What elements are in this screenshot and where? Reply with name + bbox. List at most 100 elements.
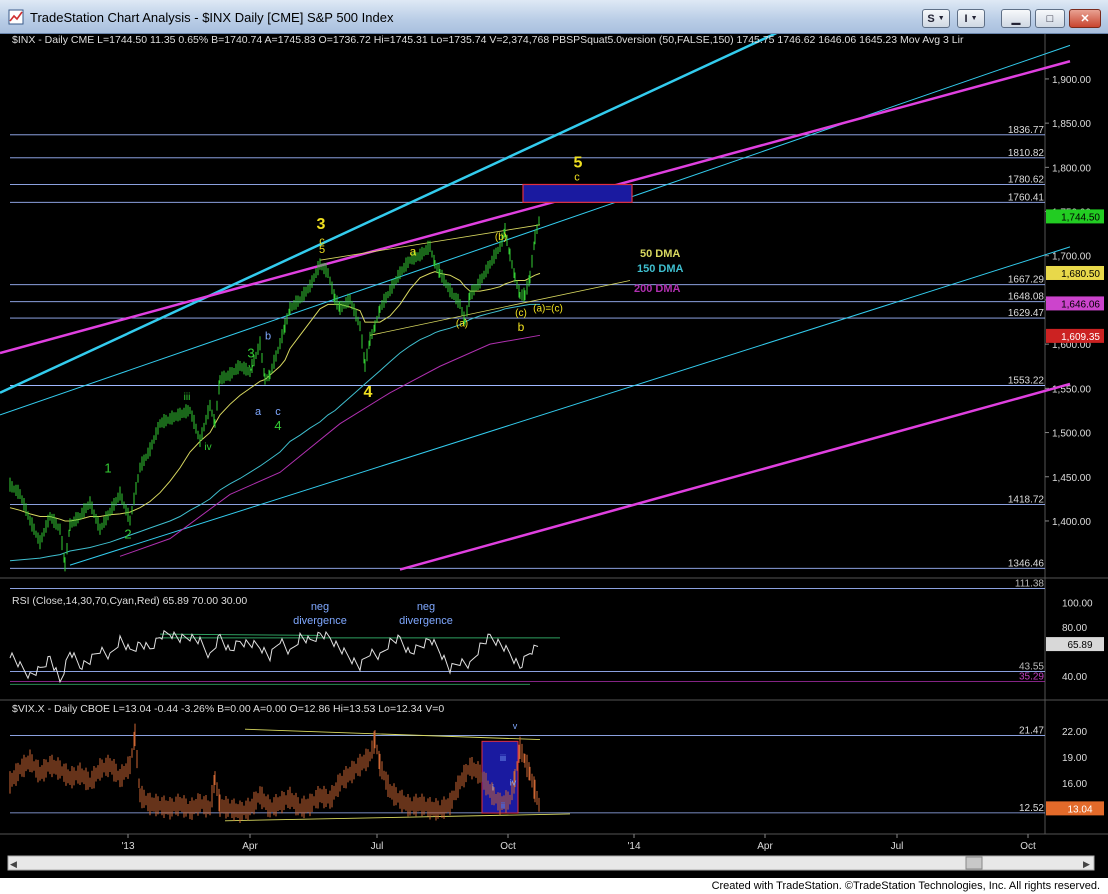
rsi-current-label: 65.89 — [1067, 640, 1092, 651]
price-legend: $INX - Daily CME L=1744.50 11.35 0.65% B… — [12, 34, 964, 46]
interval-link-label: I — [964, 12, 968, 25]
vix-current-label: 13.04 — [1067, 804, 1092, 815]
x-tick-label: Jul — [891, 841, 904, 852]
chart-area[interactable]: 1,900.001,850.001,800.001,750.001,700.00… — [0, 34, 1108, 878]
y-tick-label: 1,800.00 — [1052, 163, 1091, 174]
x-tick-label: Apr — [242, 841, 258, 852]
symbol-link-button[interactable]: S ▼ — [922, 9, 950, 28]
annotation-label: divergence — [399, 615, 453, 627]
y-tick-label: 1,500.00 — [1052, 429, 1091, 440]
wave-label: 3 — [247, 345, 254, 360]
price-badge-label: 1,646.06 — [1061, 299, 1100, 310]
annotation-label: neg — [417, 601, 435, 613]
level-label: 1810.82 — [1008, 148, 1045, 159]
rsi-level-label: 35.29 — [1019, 672, 1044, 683]
wave-label: c — [574, 172, 580, 184]
interval-link-button[interactable]: I ▼ — [957, 9, 985, 28]
scrollbar-track[interactable] — [7, 855, 1095, 871]
wave-label: a — [255, 406, 262, 418]
maximize-button[interactable]: □ — [1035, 9, 1065, 28]
scrollbar-thumb[interactable] — [965, 856, 983, 870]
ma200-label: 200 DMA — [634, 283, 681, 295]
wave-label: 5 — [574, 154, 583, 171]
x-tick-label: '13 — [121, 841, 134, 852]
rsi-tick-label: 80.00 — [1062, 623, 1087, 634]
dropdown-arrow-icon: ▼ — [970, 15, 978, 22]
vix-wave-label: i — [492, 783, 494, 793]
minimize-icon: ▁ — [1011, 13, 1021, 25]
minimize-button[interactable]: ▁ — [1001, 9, 1031, 28]
level-label: 1418.72 — [1008, 494, 1045, 505]
target-zone-box — [522, 183, 633, 203]
level-label: 1836.77 — [1008, 125, 1045, 136]
wave-label: c — [275, 406, 281, 418]
scroll-right-icon[interactable]: ▶ — [1083, 859, 1090, 869]
wave-label: (b) — [495, 232, 507, 243]
wave-label: 2 — [124, 527, 131, 542]
x-tick-label: Oct — [1020, 841, 1036, 852]
wave-label: b — [518, 320, 525, 334]
dropdown-arrow-icon: ▼ — [937, 15, 945, 22]
vix-tick-label: 22.00 — [1062, 727, 1087, 738]
scroll-left-icon[interactable]: ◀ — [10, 859, 17, 869]
y-tick-label: 1,900.00 — [1052, 75, 1091, 86]
vix-level-label: 21.47 — [1019, 726, 1044, 737]
ma150-label: 150 DMA — [637, 263, 684, 275]
y-tick-label: 1,400.00 — [1052, 517, 1091, 528]
x-tick-label: Oct — [500, 841, 516, 852]
wave-label: 5 — [319, 244, 325, 256]
wave-label: (a)=(c) — [533, 303, 563, 314]
vix-wave-label: iii — [500, 753, 506, 763]
symbol-link-label: S — [927, 12, 935, 25]
price-badge-label: 1,744.50 — [1061, 212, 1100, 223]
level-label: 1780.62 — [1008, 174, 1045, 185]
title-bar: TradeStation Chart Analysis - $INX Daily… — [0, 0, 1108, 34]
window-title: TradeStation Chart Analysis - $INX Daily… — [30, 10, 394, 25]
ma50-label: 50 DMA — [640, 248, 680, 260]
wave-label: (c) — [515, 308, 527, 319]
price-badge-label: 1,609.35 — [1061, 332, 1100, 343]
vix-tick-label: 16.00 — [1062, 779, 1087, 790]
y-tick-label: 1,450.00 — [1052, 473, 1091, 484]
price-badge-label: 1,680.50 — [1061, 269, 1100, 280]
level-label: 1760.41 — [1008, 192, 1045, 203]
rsi-tick-label: 100.00 — [1062, 598, 1093, 609]
wave-label: 4 — [364, 384, 373, 401]
x-tick-label: '14 — [627, 841, 640, 852]
level-label: 1553.22 — [1008, 376, 1045, 387]
rsi-legend: RSI (Close,14,30,70,Cyan,Red) 65.89 70.0… — [12, 595, 247, 607]
close-button[interactable]: ✕ — [1069, 9, 1101, 28]
vix-level-label: 12.52 — [1019, 803, 1044, 814]
maximize-icon: □ — [1046, 12, 1054, 25]
y-tick-label: 1,700.00 — [1052, 252, 1091, 263]
level-label: 1629.47 — [1008, 308, 1045, 319]
vix-wave-label: v — [513, 721, 518, 731]
wave-label: 1 — [104, 460, 111, 475]
level-label: 1667.29 — [1008, 275, 1045, 286]
vix-legend: $VIX.X - Daily CBOE L=13.04 -0.44 -3.26%… — [12, 703, 444, 715]
wave-label: 4 — [274, 418, 281, 433]
annotation-label: neg — [311, 601, 329, 613]
rsi-level-label: 111.38 — [1015, 578, 1045, 589]
wave-label: 3 — [317, 216, 326, 233]
level-label: 1648.08 — [1008, 292, 1045, 303]
app-icon — [8, 9, 24, 25]
vix-wave-label: iv — [510, 777, 517, 787]
x-tick-label: Jul — [371, 841, 384, 852]
y-tick-label: 1,850.00 — [1052, 119, 1091, 130]
annotation-label: divergence — [293, 615, 347, 627]
close-icon: ✕ — [1080, 13, 1090, 25]
wave-label: iv — [204, 442, 211, 453]
status-bar: Created with TradeStation. ©TradeStation… — [0, 878, 1108, 894]
wave-label: iii — [184, 392, 191, 403]
rsi-tick-label: 40.00 — [1062, 672, 1087, 683]
wave-label: a — [410, 245, 417, 259]
level-label: 1346.46 — [1008, 558, 1045, 569]
vix-wave-label: ii — [501, 801, 505, 811]
wave-label: b — [265, 331, 271, 343]
scrollbar[interactable]: ◀ ▶ — [7, 855, 1095, 871]
chart-background — [0, 34, 1108, 878]
vix-tick-label: 19.00 — [1062, 753, 1087, 764]
wave-label: v — [249, 363, 254, 374]
wave-label: (a) — [456, 318, 468, 329]
